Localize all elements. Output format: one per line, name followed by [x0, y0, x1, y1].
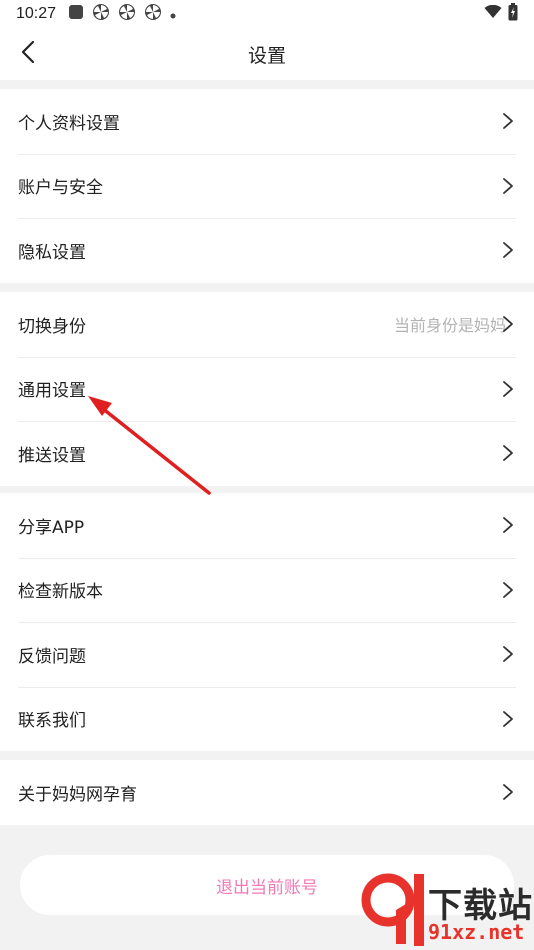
pinwheel-icon: [144, 3, 162, 25]
privacy-settings-item[interactable]: 隐私设置: [0, 218, 534, 283]
item-label: 关于妈妈网孕育: [18, 784, 137, 805]
pinwheel-icon: [118, 3, 136, 25]
account-security-item[interactable]: 账户与安全: [0, 153, 534, 219]
chevron-right-icon: [502, 783, 514, 801]
item-label: 分享APP: [18, 517, 85, 538]
app-square-icon: [68, 4, 84, 24]
watermark-logo-icon: [361, 873, 424, 946]
item-label: 账户与安全: [18, 178, 103, 199]
status-time: 10:27: [16, 5, 57, 22]
chevron-right-icon: [502, 241, 514, 259]
chevron-left-icon: [21, 40, 35, 68]
logout-label: 退出当前账号: [216, 877, 318, 898]
item-label: 个人资料设置: [18, 113, 120, 134]
chevron-right-icon: [502, 581, 514, 599]
chevron-right-icon: [502, 315, 514, 333]
share-app-item[interactable]: 分享APP: [0, 493, 534, 558]
switch-identity-item[interactable]: 切换身份 当前身份是妈妈: [0, 292, 534, 357]
identity-hint: 当前身份是妈妈: [393, 316, 506, 336]
chevron-right-icon: [502, 380, 514, 398]
push-settings-item[interactable]: 推送设置: [0, 421, 534, 486]
battery-charging-icon: [508, 3, 518, 25]
settings-group-account: 个人资料设置 账户与安全 隐私设置: [0, 89, 534, 283]
chevron-right-icon: [502, 112, 514, 130]
status-bar: 10:27: [0, 0, 534, 28]
dot-icon: [170, 5, 176, 23]
nav-bar: 设置: [0, 28, 534, 80]
item-label: 反馈问题: [18, 646, 86, 667]
item-label: 检查新版本: [18, 582, 103, 603]
chevron-right-icon: [502, 516, 514, 534]
chevron-right-icon: [502, 710, 514, 728]
wifi-icon: [484, 4, 502, 23]
settings-group-app: 分享APP 检查新版本 反馈问题 联系我们: [0, 493, 534, 751]
item-label: 联系我们: [18, 711, 86, 732]
feedback-item[interactable]: 反馈问题: [0, 622, 534, 687]
settings-group-general: 切换身份 当前身份是妈妈 通用设置 推送设置: [0, 292, 534, 486]
item-label: 隐私设置: [18, 242, 86, 263]
item-label: 切换身份: [18, 316, 86, 337]
chevron-right-icon: [502, 177, 514, 195]
site-watermark: 下载站 91xz.net: [356, 870, 534, 950]
back-button[interactable]: [14, 40, 42, 68]
profile-settings-item[interactable]: 个人资料设置: [0, 89, 534, 154]
item-label: 通用设置: [18, 381, 86, 402]
chevron-right-icon: [502, 645, 514, 663]
watermark-site: 91xz.net: [428, 920, 525, 944]
chevron-right-icon: [502, 444, 514, 462]
contact-us-item[interactable]: 联系我们: [0, 686, 534, 752]
page-title: 设置: [247, 44, 286, 67]
pinwheel-icon: [92, 3, 110, 25]
settings-group-about: 关于妈妈网孕育: [0, 760, 534, 825]
check-update-item[interactable]: 检查新版本: [0, 557, 534, 623]
about-item[interactable]: 关于妈妈网孕育: [0, 760, 534, 825]
item-label: 推送设置: [18, 445, 86, 466]
general-settings-item[interactable]: 通用设置: [0, 356, 534, 422]
